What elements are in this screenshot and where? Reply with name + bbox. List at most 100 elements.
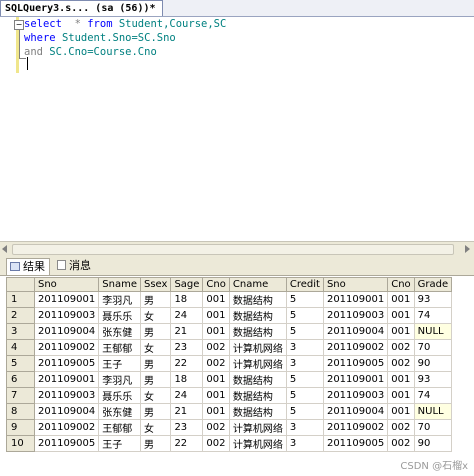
grid-cell[interactable]: 201109003 xyxy=(33,307,100,324)
grid-cell[interactable]: 201109001 xyxy=(322,291,389,308)
grid-cell[interactable]: 23 xyxy=(170,419,204,436)
grid-cell[interactable]: 张东健 xyxy=(98,323,141,340)
row-number[interactable]: 6 xyxy=(6,371,35,388)
table-row[interactable]: 9 201109002 王郁郁女 23 002 计算机网络 3 201109002 002 70 xyxy=(6,419,453,436)
grid-cell[interactable]: 001 xyxy=(202,307,230,324)
table-row[interactable]: 5 201109005 王子男 22 002 计算机网络 3 201109005 002 90 xyxy=(6,355,453,372)
grid-cell[interactable]: 001 xyxy=(202,371,230,388)
row-number[interactable]: 4 xyxy=(6,339,35,356)
grid-cell[interactable]: 男 xyxy=(139,403,172,420)
grid-cell[interactable]: 男 xyxy=(139,355,172,372)
grid-cell[interactable]: 计算机网络 xyxy=(228,339,287,356)
scroll-right-arrow-icon[interactable] xyxy=(465,245,470,253)
grid-cell[interactable]: 数据结构 xyxy=(228,403,287,420)
table-row[interactable]: 7 201109003 聂乐乐女 24 001 数据结构 5 201109003 001 74 xyxy=(6,387,453,404)
grid-cell[interactable]: 18 xyxy=(170,371,204,388)
table-row[interactable]: 1 201109001 李羽凡男 18 001 数据结构 5 201109001 001 93 xyxy=(6,291,453,308)
grid-cell[interactable]: 22 xyxy=(170,435,204,452)
grid-cell[interactable]: 计算机网络 xyxy=(228,355,287,372)
grid-cell[interactable]: 90 xyxy=(413,355,453,372)
table-row[interactable]: 4 201109002 王郁郁女 23 002 计算机网络 3 201109002 002 70 xyxy=(6,339,453,356)
grid-cell[interactable]: 3 xyxy=(285,339,324,356)
grid-cell[interactable]: 男 xyxy=(139,323,172,340)
grid-cell[interactable]: 001 xyxy=(202,323,230,340)
grid-cell[interactable]: 5 xyxy=(285,323,324,340)
grid-cell[interactable]: 001 xyxy=(387,403,415,420)
grid-cell[interactable]: 002 xyxy=(202,435,230,452)
grid-cell[interactable]: 聂乐乐 xyxy=(98,307,141,324)
grid-cell[interactable]: 201109005 xyxy=(33,435,100,452)
grid-cell[interactable]: 数据结构 xyxy=(228,291,287,308)
row-number[interactable]: 1 xyxy=(6,291,35,308)
grid-cell[interactable]: 24 xyxy=(170,307,204,324)
column-header[interactable]: Credit xyxy=(285,277,324,292)
grid-cell[interactable]: 5 xyxy=(285,387,324,404)
grid-cell[interactable]: 201109003 xyxy=(33,387,100,404)
column-header[interactable]: Sname xyxy=(98,277,141,292)
grid-cell[interactable]: 001 xyxy=(387,323,415,340)
table-row[interactable]: 8 201109004 张东健男 21 001 数据结构 5 201109004 001 NULL xyxy=(6,403,453,420)
grid-cell[interactable]: 90 xyxy=(413,435,453,452)
grid-cell[interactable]: 001 xyxy=(202,387,230,404)
grid-cell[interactable]: 201109004 xyxy=(322,323,389,340)
grid-cell[interactable]: 王子 xyxy=(98,435,141,452)
grid-cell[interactable]: 201109002 xyxy=(322,419,389,436)
collapse-icon[interactable]: − xyxy=(14,20,24,30)
code-line[interactable]: where Student.Sno=SC.Sno xyxy=(24,31,226,45)
grid-cell[interactable]: 3 xyxy=(285,355,324,372)
grid-cell[interactable]: 001 xyxy=(387,291,415,308)
grid-cell[interactable]: 王子 xyxy=(98,355,141,372)
grid-cell[interactable]: 002 xyxy=(202,419,230,436)
table-row[interactable]: 3 201109004 张东健男 21 001 数据结构 5 201109004 001 NULL xyxy=(6,323,453,340)
table-row[interactable]: 10 201109005 王子男 22 002 计算机网络 3 201109005 002 90 xyxy=(6,435,453,452)
grid-cell[interactable]: 002 xyxy=(202,339,230,356)
grid-cell[interactable]: 201109001 xyxy=(33,371,100,388)
grid-cell[interactable]: 201109001 xyxy=(322,371,389,388)
grid-cell[interactable]: 002 xyxy=(387,339,415,356)
grid-cell[interactable]: 201109004 xyxy=(33,323,100,340)
row-number[interactable]: 7 xyxy=(6,387,35,404)
grid-cell[interactable]: 93 xyxy=(413,371,453,388)
column-header[interactable]: Grade xyxy=(413,277,453,292)
grid-cell[interactable]: 男 xyxy=(139,371,172,388)
grid-cell[interactable]: 002 xyxy=(387,355,415,372)
grid-cell[interactable]: 李羽凡 xyxy=(98,371,141,388)
grid-cell[interactable]: 70 xyxy=(413,339,453,356)
query-document-tab[interactable]: SQLQuery3.s... (sa (56))* xyxy=(0,0,163,16)
scroll-thumb[interactable] xyxy=(12,244,454,255)
code-line[interactable]: and SC.Cno=Course.Cno xyxy=(24,45,226,59)
grid-cell[interactable]: 张东健 xyxy=(98,403,141,420)
grid-cell[interactable]: 002 xyxy=(387,419,415,436)
grid-corner[interactable] xyxy=(6,277,35,292)
grid-cell[interactable]: 001 xyxy=(387,307,415,324)
grid-cell[interactable]: 001 xyxy=(202,403,230,420)
grid-cell[interactable]: 女 xyxy=(139,387,172,404)
grid-cell[interactable]: NULL xyxy=(413,403,453,420)
grid-cell[interactable]: 女 xyxy=(139,339,172,356)
row-number[interactable]: 2 xyxy=(6,307,35,324)
grid-cell[interactable]: 聂乐乐 xyxy=(98,387,141,404)
grid-cell[interactable]: 男 xyxy=(139,291,172,308)
grid-cell[interactable]: 93 xyxy=(413,291,453,308)
grid-cell[interactable]: 24 xyxy=(170,387,204,404)
table-row[interactable]: 2 201109003 聂乐乐女 24 001 数据结构 5 201109003 001 74 xyxy=(6,307,453,324)
grid-cell[interactable]: 数据结构 xyxy=(228,371,287,388)
grid-cell[interactable]: 5 xyxy=(285,307,324,324)
row-number[interactable]: 10 xyxy=(6,435,35,452)
row-number[interactable]: 5 xyxy=(6,355,35,372)
tab-messages[interactable]: 消息 xyxy=(54,258,95,274)
grid-cell[interactable]: 5 xyxy=(285,291,324,308)
grid-cell[interactable]: 数据结构 xyxy=(228,323,287,340)
tab-results[interactable]: 结果 xyxy=(6,258,50,275)
editor-horizontal-scrollbar[interactable] xyxy=(0,241,474,256)
grid-cell[interactable]: 男 xyxy=(139,435,172,452)
row-number[interactable]: 9 xyxy=(6,419,35,436)
sql-code[interactable]: select * from Student,Course,SC where Stu… xyxy=(24,17,226,59)
grid-cell[interactable]: 5 xyxy=(285,403,324,420)
grid-cell[interactable]: 201109002 xyxy=(322,339,389,356)
grid-cell[interactable]: 3 xyxy=(285,435,324,452)
grid-cell[interactable]: 王郁郁 xyxy=(98,419,141,436)
grid-cell[interactable]: 201109003 xyxy=(322,387,389,404)
grid-cell[interactable]: 3 xyxy=(285,419,324,436)
grid-cell[interactable]: 201109002 xyxy=(33,419,100,436)
